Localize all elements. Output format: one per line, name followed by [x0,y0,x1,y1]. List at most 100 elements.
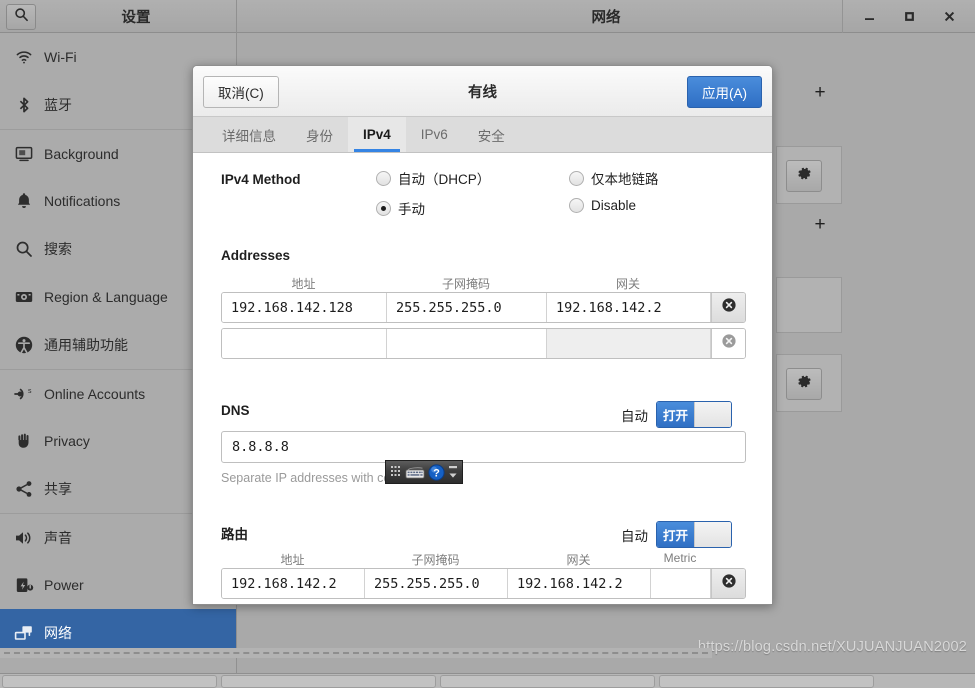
screen: 设置 网络 Wi-Fi 蓝牙 Background Notifications 搜索 Re… [0,0,975,688]
add-vpn-button[interactable]: + [809,213,831,235]
ime-help-icon[interactable]: ? [426,462,447,482]
dns-title: DNS [221,403,250,418]
cell-netmask[interactable]: 255.255.255.0 [365,569,508,598]
power-battery-icon [10,571,38,599]
routes-table: 地址 子网掩码 网关 Metric 192.168.142.2 255.255.255.0… [221,551,746,604]
tab-ipv4[interactable]: IPv4 [348,117,406,152]
sidebar-item-label: 搜索 [44,241,72,257]
sidebar-item-label: 蓝牙 [44,97,72,113]
svg-text:s: s [28,388,32,395]
routes-auto-toggle[interactable]: 自动 打开 [621,521,732,548]
wired-settings-gear-button-2[interactable] [786,368,822,400]
search-button[interactable] [6,4,36,30]
dialog-body: IPv4 Method 自动（DHCP） 手动 仅本地链路 Disable Ad… [193,153,772,604]
delete-circle-icon [721,297,737,318]
dns-switch-on-label: 打开 [657,402,694,427]
radio-circle-icon [569,170,584,186]
cell-gateway[interactable]: 192.168.142.2 [547,293,711,322]
svg-text:?: ? [433,467,440,479]
bluetooth-icon [10,91,38,119]
column-header: 地址 [280,553,305,567]
dns-switch[interactable]: 打开 [656,401,732,428]
ime-toolbar[interactable]: ? [385,460,463,484]
routes-switch-on-label: 打开 [657,522,694,547]
column-header: 网关 [566,553,591,567]
accessibility-icon [10,331,38,359]
cell-address[interactable] [222,329,387,358]
radio-disable[interactable]: Disable [569,198,636,213]
tab-[interactable]: 详细信息 [207,117,291,152]
minimize-button[interactable] [849,0,889,33]
search-icon [10,235,38,263]
window-controls [842,0,975,33]
taskbar-item[interactable] [440,674,655,688]
delete-row-button[interactable] [711,293,745,322]
gear-icon [797,166,812,186]
cell-address[interactable]: 192.168.142.2 [222,569,365,598]
taskbar-item[interactable] [221,674,436,688]
ime-keyboard-icon[interactable] [403,462,426,482]
radio-auto-dhcp-label: 自动（DHCP） [398,172,491,187]
sharing-icon [10,475,38,503]
tab-label: IPv6 [420,127,448,142]
sidebar-item-label: Privacy [44,433,90,449]
tab-label: IPv4 [363,127,391,142]
delete-row-button[interactable] [711,569,745,598]
taskbar-item[interactable] [659,674,874,688]
close-button[interactable] [929,0,969,33]
wired-settings-gear-button-1[interactable] [786,160,822,192]
sidebar-item-label: 共享 [44,481,72,497]
taskbar-item[interactable] [2,674,217,688]
column-header: 子网掩码 [411,553,460,567]
dns-input[interactable]: 8.8.8.8 [221,431,746,463]
wifi-icon [10,43,38,71]
ime-collapse-icon[interactable] [447,462,459,482]
cell-metric[interactable] [651,569,711,598]
radio-link-local[interactable]: 仅本地链路 [569,168,659,188]
radio-auto-dhcp[interactable]: 自动（DHCP） [376,168,490,188]
column-header: 地址 [291,277,316,291]
dns-auto-label: 自动 [621,408,648,424]
maximize-button[interactable] [889,0,929,33]
radio-circle-selected-icon [376,200,391,216]
add-wired-button[interactable]: + [809,81,831,103]
dns-switch-knob [693,402,731,427]
ime-grid-icon[interactable] [389,462,403,482]
routes-title: 路由 [221,527,248,542]
tab-label: 详细信息 [222,128,276,144]
radio-manual[interactable]: 手动 [376,198,425,218]
tab-label: 安全 [477,128,505,144]
cell-gateway[interactable]: 192.168.142.2 [508,569,651,598]
dialog-title: 有线 [468,85,497,101]
title-bar: 设置 网络 [0,0,975,33]
cell-address[interactable]: 192.168.142.128 [222,293,387,322]
privacy-hand-icon [10,427,38,455]
settings-window: 设置 网络 Wi-Fi 蓝牙 Background Notifications 搜索 Re… [0,0,975,673]
addresses-title: Addresses [221,248,291,263]
column-header: Metric [663,551,697,565]
tab-ipv6[interactable]: IPv6 [406,117,463,152]
sidebar-item-label: Power [44,577,84,593]
column-header: 子网掩码 [441,277,490,291]
sidebar-item-label: 网络 [44,625,72,641]
dns-auto-toggle[interactable]: 自动 打开 [621,401,732,428]
tab-[interactable]: 安全 [463,117,520,152]
cell-netmask[interactable]: 255.255.255.0 [387,293,547,322]
gear-icon [797,374,812,394]
cell-netmask[interactable] [387,329,547,358]
sidebar-item-label: Wi-Fi [44,49,77,65]
ipv4-method-label: IPv4 Method [221,172,301,187]
delete-row-button[interactable] [711,329,745,358]
cell-gateway[interactable] [547,329,711,358]
table-header-row: 地址 子网掩码 网关 [221,275,746,292]
apply-button[interactable]: 应用(A) [687,76,762,108]
radio-link-local-label: 仅本地链路 [591,172,659,187]
window-bottom-divider [0,648,712,658]
routes-switch[interactable]: 打开 [656,521,732,548]
radio-disable-label: Disable [591,198,637,213]
dialog-header: 取消(C) 有线 应用(A) [193,66,772,117]
region-language-icon [10,283,38,311]
tab-[interactable]: 身份 [291,117,348,152]
delete-circle-icon [721,573,737,594]
bell-icon [10,187,38,215]
